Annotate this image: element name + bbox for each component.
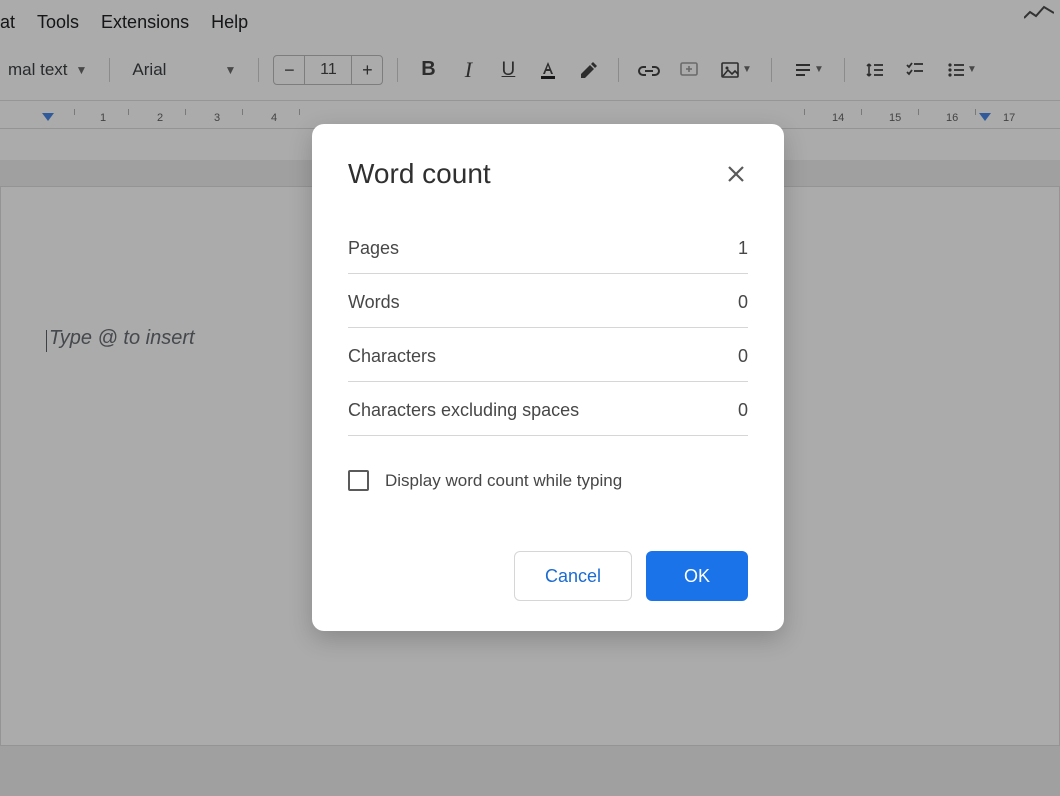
wc-value: 0 — [738, 292, 748, 313]
close-icon — [727, 165, 745, 183]
display-while-typing-checkbox[interactable] — [348, 470, 369, 491]
word-count-dialog: Word count Pages 1 Words 0 Characters 0 — [312, 124, 784, 631]
display-while-typing-label: Display word count while typing — [385, 471, 622, 491]
wc-row-characters: Characters 0 — [348, 328, 748, 382]
wc-row-pages: Pages 1 — [348, 234, 748, 274]
wc-label: Characters — [348, 346, 436, 367]
wc-label: Pages — [348, 238, 399, 259]
dialog-actions: Cancel OK — [348, 551, 748, 601]
ok-button[interactable]: OK — [646, 551, 748, 601]
wc-value: 1 — [738, 238, 748, 259]
word-count-rows: Pages 1 Words 0 Characters 0 Characters … — [348, 234, 748, 436]
wc-row-words: Words 0 — [348, 274, 748, 328]
wc-value: 0 — [738, 346, 748, 367]
wc-row-characters-no-spaces: Characters excluding spaces 0 — [348, 382, 748, 436]
display-while-typing-row: Display word count while typing — [348, 470, 748, 491]
cancel-button[interactable]: Cancel — [514, 551, 632, 601]
close-button[interactable] — [724, 162, 748, 186]
dialog-title: Word count — [348, 158, 491, 190]
wc-label: Words — [348, 292, 400, 313]
wc-value: 0 — [738, 400, 748, 421]
dialog-header: Word count — [348, 158, 748, 190]
app-root: at Tools Extensions Help mal text ▼ Aria… — [0, 0, 1060, 796]
wc-label: Characters excluding spaces — [348, 400, 579, 421]
